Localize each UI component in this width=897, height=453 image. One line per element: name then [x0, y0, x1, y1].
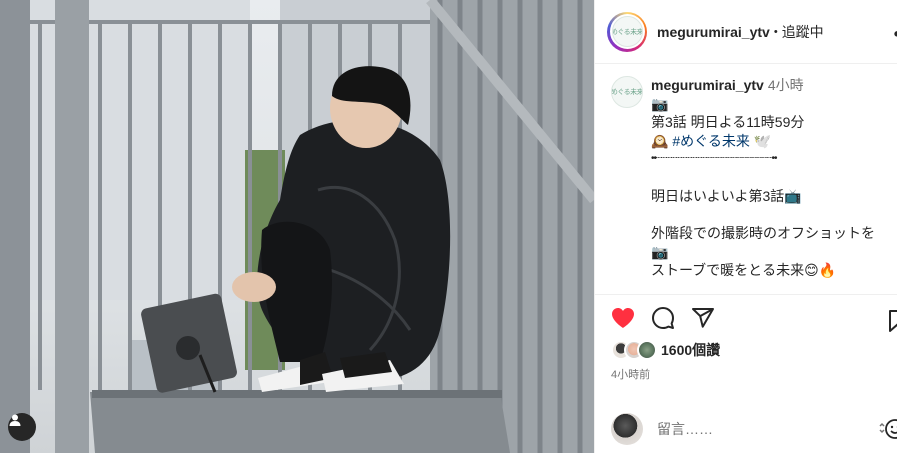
- smile-fire-emoji: 😊🔥: [804, 262, 837, 278]
- liker-avatar: [637, 340, 657, 360]
- avatar-logo-text: めぐる未来: [611, 16, 643, 47]
- caption-time: 4小時: [767, 77, 804, 93]
- actions-section: 1600個讚 4小時前: [595, 294, 897, 453]
- tv-emoji: 📺: [784, 188, 802, 204]
- caption-tomorrow-line: 明日はいよいよ第3話📺: [651, 187, 897, 206]
- post-timestamp[interactable]: 4小時前: [611, 366, 650, 382]
- photo-illustration: [0, 0, 594, 453]
- likes-row[interactable]: 1600個讚: [611, 340, 720, 360]
- action-icons: [611, 306, 731, 335]
- caption-hashtag-line: 🕰️ #めぐる未来 🕊️: [651, 132, 897, 151]
- bookmark-icon: [888, 310, 897, 337]
- dove-emoji: 🕊️: [753, 132, 772, 149]
- save-button[interactable]: [888, 309, 897, 338]
- caption-offshot-line: 外階段での撮影時のオフショットを: [651, 225, 875, 241]
- tagged-users-button[interactable]: [8, 413, 36, 441]
- tomorrow-text: 明日はいよいよ第3話: [651, 188, 785, 204]
- instagram-post: めぐる未来 megurumirai_ytv • 追蹤中 • めぐる未来 megu…: [0, 0, 897, 453]
- stove-text: ストーブで暖をとる未来: [651, 262, 805, 278]
- header-username[interactable]: megurumirai_ytv: [657, 24, 770, 40]
- caption-section: めぐる未来 megurumirai_ytv 4小時 📷 第3話 明日よる11時59…: [595, 64, 897, 292]
- clock-emoji: 🕰️: [651, 132, 669, 149]
- hashtag-link[interactable]: #めぐる未来: [672, 133, 750, 149]
- profile-avatar[interactable]: めぐる未来: [607, 11, 647, 52]
- share-button[interactable]: [691, 307, 731, 333]
- comment-button[interactable]: [651, 306, 691, 335]
- post-photo[interactable]: [0, 0, 594, 453]
- current-user-avatar: [611, 413, 643, 445]
- like-button[interactable]: [611, 307, 651, 333]
- caption-stove-line: ストーブで暖をとる未来😊🔥: [651, 261, 897, 280]
- emoji-button[interactable]: [878, 417, 897, 446]
- caption-body: megurumirai_ytv 4小時 📷 第3話 明日よる11時59分 🕰️ #…: [651, 76, 897, 280]
- emoji-icon: [878, 417, 897, 446]
- post-header: めぐる未来 megurumirai_ytv • 追蹤中 •: [595, 0, 897, 64]
- post-side-panel: めぐる未来 megurumirai_ytv • 追蹤中 • めぐる未来 megu…: [594, 0, 897, 453]
- heart-filled-icon: [611, 307, 635, 334]
- comment-input[interactable]: [657, 421, 857, 437]
- share-icon: [691, 306, 715, 335]
- following-button[interactable]: 追蹤中: [782, 22, 824, 42]
- comment-icon: [651, 306, 675, 335]
- caption-avatar[interactable]: めぐる未来: [611, 76, 643, 108]
- caption-username[interactable]: megurumirai_ytv: [651, 77, 764, 93]
- comment-composer: [595, 405, 897, 453]
- caption-camera-line-2: 📷: [651, 243, 669, 260]
- likes-count[interactable]: 1600個讚: [661, 340, 720, 360]
- caption-divider: ••┈┈┈┈┈┈┈┈┈┈┈┈┈┈┈┈┈┈┈┈┈┈┈••: [651, 153, 777, 164]
- caption-episode-line: 第3話 明日よる11時59分: [651, 114, 805, 130]
- caption-camera-line: 📷: [651, 95, 669, 112]
- header-separator: •: [773, 25, 778, 38]
